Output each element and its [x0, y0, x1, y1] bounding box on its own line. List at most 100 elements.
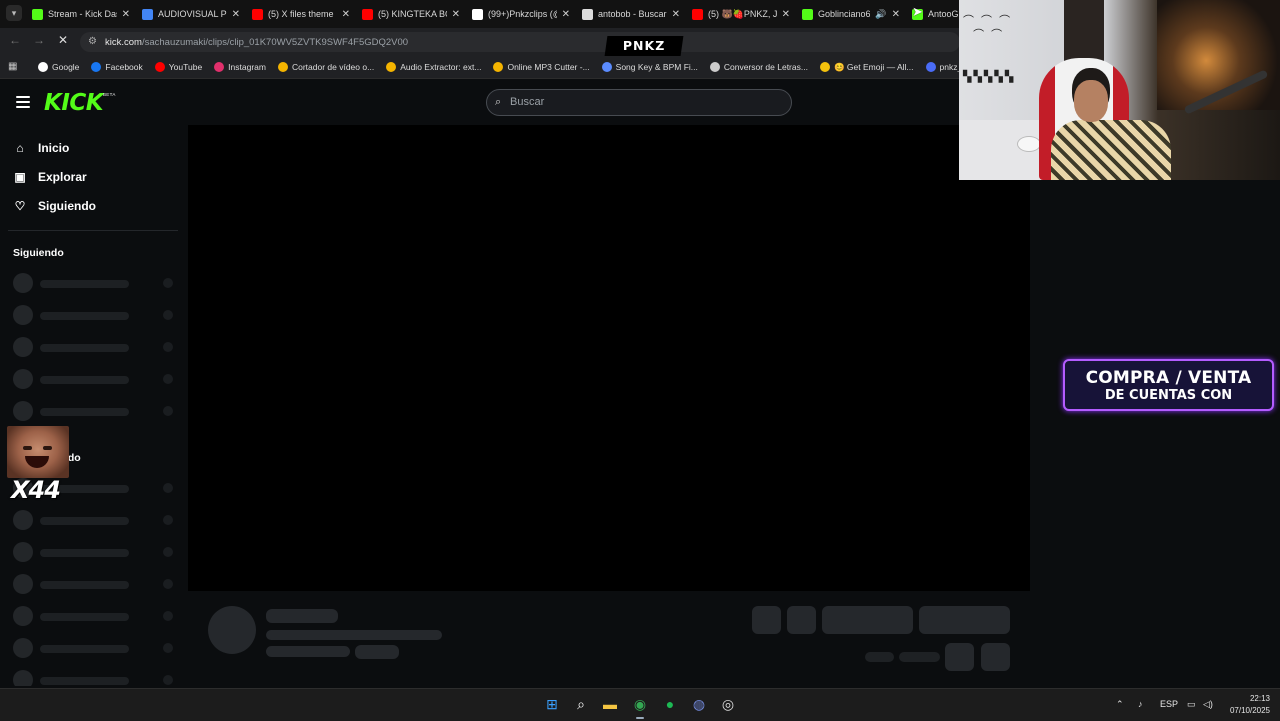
chrome-icon[interactable]: ◉ [630, 694, 650, 719]
tab-title: (5) 🐻🍓PNKZ, JI [708, 8, 777, 19]
following-heading: Siguiendo [13, 247, 64, 259]
bookmark-favicon-icon [214, 62, 225, 72]
bookmark-item[interactable]: Google [38, 62, 79, 72]
tab-favicon-icon [32, 8, 43, 20]
stream-emote-overlay: X44 [7, 426, 69, 504]
action-button-skeleton [919, 606, 1010, 634]
tab-close-icon[interactable]: ✕ [562, 9, 570, 20]
start-icon[interactable]: ⊞ [542, 694, 562, 714]
tab-close-icon[interactable]: ✕ [452, 9, 460, 20]
sidebar-item-siguiendo[interactable]: ♡ Siguiendo [13, 199, 96, 213]
tab-favicon-icon [582, 8, 593, 20]
search-icon: ⌕ [495, 96, 502, 108]
channel-skeleton [13, 337, 183, 357]
tab-close-icon[interactable]: ✕ [342, 9, 350, 20]
bookmark-favicon-icon [91, 62, 102, 72]
tab-close-icon[interactable]: ✕ [892, 9, 900, 20]
kick-header [0, 79, 960, 125]
spotify-icon[interactable]: ● [660, 694, 680, 714]
promo-line-1: COMPRA / VENTA [1085, 368, 1252, 388]
bookmark-label: Online MP3 Cutter -... [507, 62, 590, 72]
channel-skeleton [13, 670, 183, 686]
sidebar-divider [8, 230, 178, 231]
clock-date: 07/10/2025 [1229, 706, 1270, 715]
bookmark-item[interactable]: Instagram [214, 62, 266, 72]
promo-line-2: DE CUENTAS CON [1104, 388, 1233, 403]
back-button[interactable]: ← [9, 33, 21, 47]
menu-icon[interactable] [16, 96, 30, 108]
bookmark-favicon-icon [925, 62, 936, 72]
tab-close-icon[interactable]: ✕ [782, 9, 790, 20]
home-icon: ⌂ [16, 141, 24, 155]
mouse-cursor-icon: ➤ [912, 4, 923, 19]
tab-favicon-icon [142, 8, 153, 20]
bookmark-label: Cortador de vídeo o... [291, 62, 375, 72]
channel-skeleton [13, 574, 183, 594]
promo-banner: COMPRA / VENTA DE CUENTAS CON [1063, 359, 1274, 411]
sidebar-item-inicio[interactable]: ⌂ Inicio [13, 141, 69, 155]
tab-close-icon[interactable]: ✕ [232, 9, 240, 20]
kick-logo[interactable]: KICK [44, 90, 104, 116]
stat-skeleton [899, 652, 940, 662]
pnkz-overlay-logo: PNKZ [604, 36, 684, 56]
browser-tab[interactable]: Goblinciano69 🔊 ✕ [796, 0, 906, 28]
bookmark-item[interactable]: Online MP3 Cutter -... [493, 62, 590, 72]
action-button-skeleton [945, 643, 974, 671]
bookmark-item[interactable]: YouTube [154, 62, 202, 72]
apps-grid-icon[interactable]: ▦ [8, 61, 17, 72]
tab-title: Stream - Kick Das [48, 9, 117, 19]
tab-close-icon[interactable]: ✕ [672, 9, 680, 20]
bookmark-item[interactable]: Conversor de Letras... [709, 62, 808, 72]
bookmark-item[interactable]: Song Key & BPM Fi... [601, 62, 698, 72]
browser-tab[interactable]: Stream - Kick Das ✕ [26, 0, 136, 28]
bookmark-label: Song Key & BPM Fi... [615, 62, 698, 72]
discord-icon[interactable]: ◍ [689, 694, 709, 714]
browser-tab[interactable]: (99+)Pnkzclips (@ ✕ [466, 0, 576, 28]
bookmark-favicon-icon [601, 62, 612, 72]
network-icon[interactable]: ▭ [1187, 699, 1196, 710]
browser-tab[interactable]: (5) X files theme ✕ [246, 0, 356, 28]
webcam-mug [1017, 136, 1041, 152]
browser-tab[interactable]: antobob - Buscar ✕ [576, 0, 686, 28]
tab-title: (5) KINGTEKA BO [378, 9, 447, 19]
taskbar-search-icon[interactable]: ⌕ [571, 694, 591, 714]
bookmark-favicon-icon [709, 62, 720, 72]
bookmark-list: Google Facebook YouTube Instagram Cortador d… [38, 57, 1008, 77]
bookmark-item[interactable]: Cortador de vídeo o... [277, 62, 375, 72]
beta-label: BETA [103, 92, 116, 97]
browser-tab[interactable]: (5) 🐻🍓PNKZ, JI ✕ [686, 0, 796, 28]
url-text[interactable]: kick.com/sachauzumaki/clips/clip_01K70WV… [105, 37, 408, 48]
volume-icon[interactable]: ◁) [1203, 699, 1213, 710]
system-clock[interactable]: 22:13 07/10/2025 [1226, 693, 1270, 717]
bookmark-item[interactable]: Audio Extractor: ext... [386, 62, 481, 72]
bookmark-label: 😊 Get Emoji — All... [833, 61, 914, 72]
streamer-body [1051, 120, 1171, 180]
sidebar-item-explorar[interactable]: ▣ Explorar [13, 170, 86, 184]
browser-tab[interactable]: (5) KINGTEKA BO ✕ [356, 0, 466, 28]
bookmark-item[interactable]: 😊 Get Emoji — All... [819, 61, 914, 73]
heart-icon: ♡ [14, 199, 26, 213]
bookmark-item[interactable]: Facebook [91, 62, 143, 72]
channel-skeleton [13, 369, 183, 389]
channel-skeleton [13, 638, 183, 658]
bookmark-favicon-icon [386, 62, 397, 72]
channel-skeleton [13, 606, 183, 626]
stop-loading-button[interactable]: ✕ [58, 33, 68, 47]
tab-close-icon[interactable]: ✕ [122, 9, 130, 20]
tab-list: Stream - Kick Das ✕ AUDIOVISUAL PN ✕ (5) X f… [26, 0, 1016, 28]
tray-chevron-icon[interactable]: ⌃ [1116, 699, 1124, 710]
language-indicator[interactable]: ESP [1160, 699, 1178, 709]
video-player[interactable] [188, 125, 1030, 591]
channel-skeleton [13, 401, 183, 421]
action-button-skeleton [752, 606, 781, 634]
tab-title: (99+)Pnkzclips (@ [488, 9, 557, 19]
emote-face-image [7, 426, 69, 478]
microphone-icon[interactable]: ♪ [1138, 699, 1143, 709]
tab-search-button[interactable]: ▾ [6, 5, 22, 21]
file-explorer-icon[interactable]: ▬ [600, 694, 620, 714]
site-info-icon[interactable]: ⚙ [88, 36, 97, 47]
browser-tab[interactable]: AUDIOVISUAL PN ✕ [136, 0, 246, 28]
forward-button[interactable]: → [33, 33, 45, 47]
app-icon[interactable]: ◎ [718, 694, 738, 714]
tab-audio-icon[interactable]: 🔊 [875, 9, 886, 20]
